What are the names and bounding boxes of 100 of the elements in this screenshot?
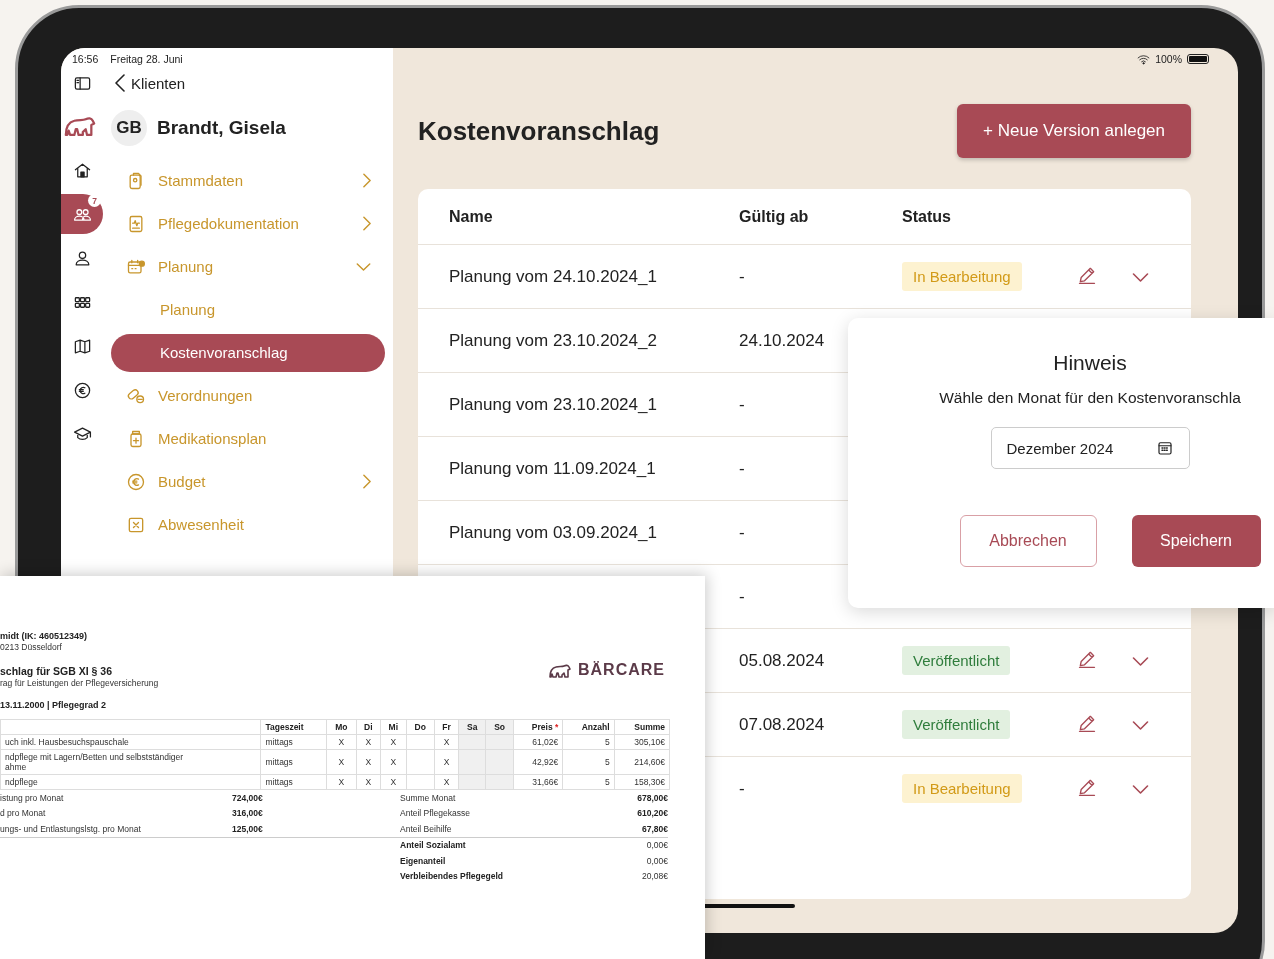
summary-amount: 0,00€ — [646, 855, 668, 866]
table-cell: 305,10€ — [634, 737, 665, 747]
column-header: Mi — [388, 722, 398, 732]
table-cell: 158,30€ — [634, 777, 665, 787]
document-text: 13.11.2000 | Pflegegrad 2 — [0, 700, 108, 711]
document-text: rag für Leistungen der Pflegeversicherung — [0, 678, 159, 689]
table-cell: Planung vom 03.09.2024_1 — [449, 522, 657, 542]
column-header: Sa — [467, 722, 478, 732]
table-cell-text: - — [739, 458, 746, 479]
column-header: Anzahl — [581, 722, 610, 732]
sidebar-item[interactable]: Verordnungen — [111, 376, 385, 415]
table-cell: 5 — [604, 737, 610, 747]
table-cell-text: - — [739, 586, 746, 607]
table-cell: X — [338, 777, 345, 787]
status-badge: Veröffentlicht — [902, 710, 1011, 739]
sidebar-item[interactable]: Planung — [111, 247, 385, 286]
sidebar-item[interactable]: Pflegedokumentation — [111, 204, 385, 243]
table-cell: X — [390, 737, 397, 747]
document-text: midt (IK: 460512349) — [0, 631, 89, 642]
sidebar-item[interactable]: Medikationsplan — [111, 419, 385, 458]
new-version-button[interactable]: + Neue Version anlegen — [957, 104, 1191, 158]
table-cell-text: - — [739, 522, 746, 543]
summary-label: ungs- und Entlastungslstg. pro Monat — [0, 823, 141, 834]
summary-amount: 610,20€ — [637, 808, 668, 819]
table-cell: X — [365, 737, 372, 747]
table-cell: Planung vom 24.10.2024_1 — [449, 266, 657, 286]
summary-amount: 0,00€ — [646, 840, 668, 851]
table-cell: 61,02€ — [532, 737, 559, 747]
euro-icon — [72, 380, 92, 400]
month-field[interactable]: Dezember 2024 — [990, 427, 1190, 469]
table-cell: ndpflege — [5, 777, 38, 787]
table-cell: X — [390, 777, 397, 787]
sidebar-item[interactable]: Stammdaten — [111, 161, 385, 200]
summary-amount: 67,80€ — [642, 823, 668, 834]
summary-amount: 678,00€ — [637, 792, 668, 803]
chevron-down-icon[interactable] — [1132, 784, 1149, 794]
table-cell: 42,92€ — [532, 757, 559, 767]
summary-label: Anteil Beihilfe — [400, 823, 452, 834]
save-button[interactable]: Speichern — [1131, 515, 1261, 567]
table-cell: X — [338, 737, 345, 747]
dialog-message: Wähle den Monat für den Kostenvoranschla — [939, 389, 1241, 407]
sidebar-item[interactable]: Planung — [111, 290, 385, 329]
battery-icon — [1187, 54, 1209, 64]
table-cell: X — [443, 777, 450, 787]
summary-label: istung pro Monat — [0, 792, 64, 803]
status-date: Freitag 28. Juni — [110, 53, 183, 65]
table-cell: 31,66€ — [532, 777, 559, 787]
table-cell-text: 07.08.2024 — [739, 714, 826, 735]
wifi-icon — [1137, 52, 1151, 66]
chevron-down-icon[interactable] — [1132, 720, 1149, 730]
required-mark: * — [555, 722, 559, 732]
chevron-down-icon[interactable] — [1132, 272, 1149, 282]
cancel-button[interactable]: Abbrechen — [959, 515, 1097, 567]
euro-icon — [126, 471, 146, 492]
table-cell: mittags — [265, 777, 293, 787]
battery-percentage: 100% — [1155, 53, 1182, 65]
page-title: Kostenvoranschlag — [418, 115, 660, 147]
chevron-left-icon — [115, 74, 125, 92]
home-icon — [72, 160, 92, 180]
status-badge: In Bearbeitung — [902, 774, 1022, 803]
sidebar-item[interactable]: Budget — [111, 462, 385, 501]
table-cell-text: - — [739, 266, 746, 287]
column-header: Mo — [335, 722, 348, 732]
sidebar-item[interactable]: Kostenvoranschlag — [111, 333, 385, 372]
calendar-icon — [1155, 439, 1174, 457]
avatar: GB — [111, 110, 147, 146]
table-cell: X — [365, 757, 372, 767]
document-text: schlag für SGB XI § 36 — [0, 664, 114, 678]
table-cell: Planung vom 11.09.2024_1 — [449, 458, 656, 478]
summary-label: Summe Monat — [400, 792, 456, 803]
status-badge: In Bearbeitung — [902, 262, 1022, 291]
table-cell: mittags — [265, 737, 293, 747]
table-cell: mittags — [265, 757, 293, 767]
table-cell: 5 — [604, 757, 610, 767]
table-cell-text: 05.08.2024 — [739, 650, 826, 671]
brand-logo: BÄRCARE — [548, 628, 665, 711]
column-header: Summe — [634, 722, 665, 732]
sidebar-item[interactable]: Abwesenheit — [111, 505, 385, 544]
summary-label: Anteil Pflegekasse — [400, 808, 470, 819]
chevron-down-icon[interactable] — [1132, 656, 1149, 666]
column-header: Do — [414, 722, 426, 732]
table-cell: ndpflege mit Lagern/Betten und selbstständiger ahme — [5, 752, 184, 772]
table-cell: X — [443, 737, 450, 747]
summary-amount: 20,08€ — [642, 871, 668, 882]
column-header: Status — [902, 207, 952, 226]
client-name: Brandt, Gisela — [157, 117, 286, 139]
table-cell: Planung vom 23.10.2024_1 — [449, 394, 657, 414]
table-cell: X — [390, 757, 397, 767]
table-cell: uch inkl. Hausbesuchspauschale — [5, 737, 129, 747]
summary-label: Anteil Sozialamt — [400, 840, 466, 851]
table-cell: X — [365, 777, 372, 787]
column-header: So — [494, 722, 506, 732]
summary-label: d pro Monat — [0, 808, 46, 819]
table-cell: 5 — [604, 777, 610, 787]
status-badge: Veröffentlicht — [902, 646, 1011, 675]
column-header: Preis * — [531, 722, 559, 732]
dialog-title: Hinweis — [1053, 351, 1127, 375]
table-cell-text: - — [739, 778, 746, 799]
table-cell-text: 24.10.2024 — [739, 330, 826, 351]
status-time: 16:56 — [72, 53, 99, 65]
